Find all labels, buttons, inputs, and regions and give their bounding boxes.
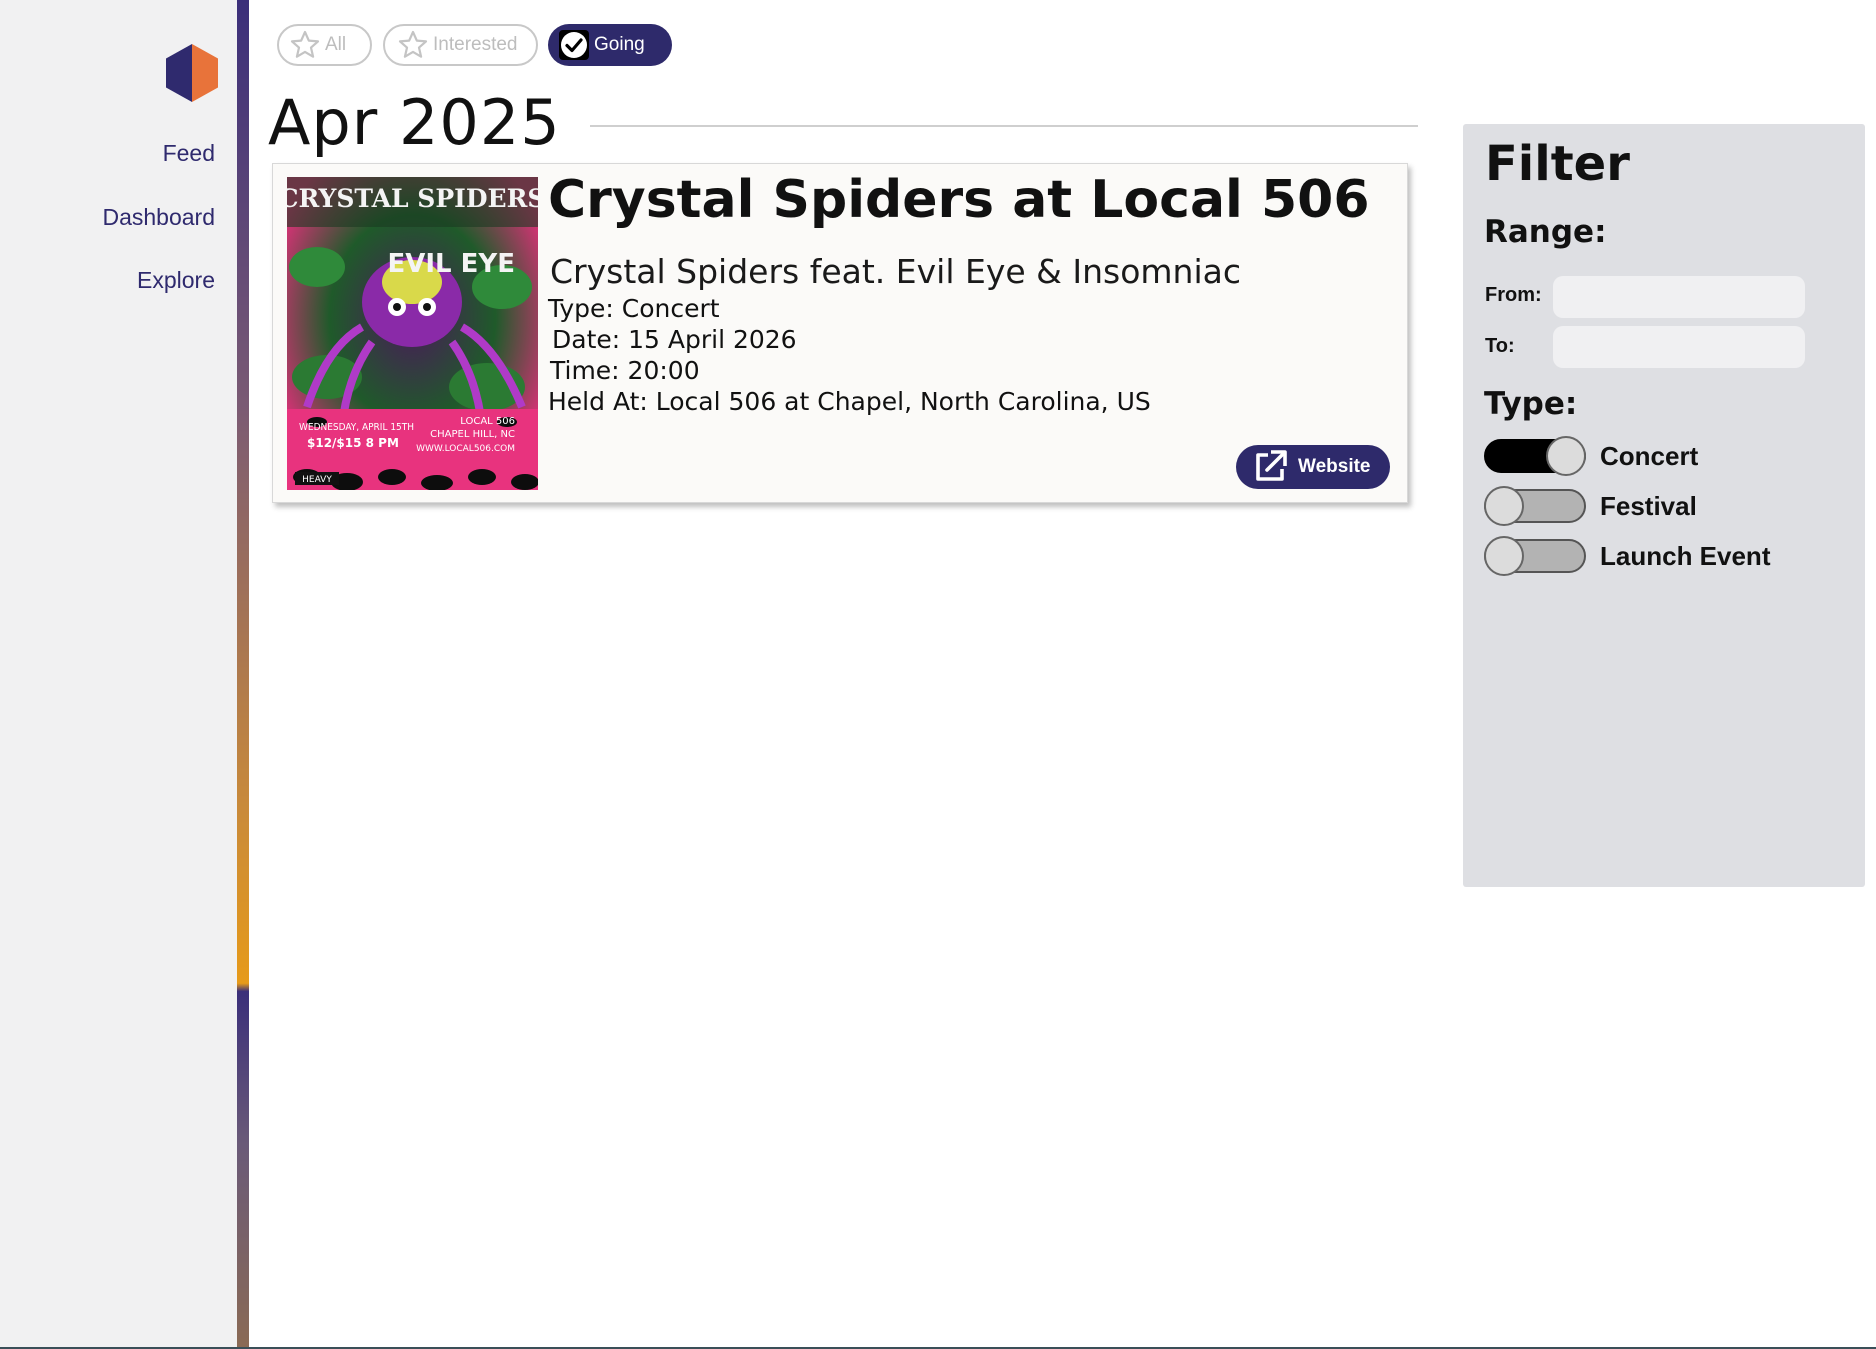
event-subtitle: Crystal Spiders feat. Evil Eye & Insomni… bbox=[550, 252, 1242, 291]
check-circle-icon bbox=[559, 30, 589, 60]
sidebar: Feed Dashboard Explore bbox=[0, 0, 237, 1347]
event-title: Crystal Spiders at Local 506 bbox=[548, 170, 1370, 230]
filter-panel: Filter Range: From: To: Type: Concert Fe… bbox=[1463, 124, 1865, 887]
poster-date: WEDNESDAY, APRIL 15TH bbox=[299, 422, 414, 433]
month-heading: Apr 2025 bbox=[268, 86, 561, 159]
filter-pill-interested[interactable]: Interested bbox=[383, 24, 538, 66]
sidebar-item-dashboard[interactable]: Dashboard bbox=[102, 204, 215, 231]
filter-pill-all[interactable]: All bbox=[277, 24, 372, 66]
toggle-switch[interactable] bbox=[1484, 536, 1586, 576]
event-time: Time: 20:00 bbox=[550, 356, 700, 385]
to-label: To: bbox=[1485, 335, 1515, 357]
star-outline-icon bbox=[398, 30, 428, 58]
type-toggle-launch-event[interactable]: Launch Event bbox=[1484, 536, 1770, 576]
pill-label: All bbox=[325, 34, 347, 55]
external-link-icon bbox=[1256, 450, 1287, 481]
sidebar-accent-stripe bbox=[237, 0, 249, 1347]
toggle-switch[interactable] bbox=[1484, 436, 1586, 476]
star-outline-icon bbox=[290, 30, 320, 58]
from-label: From: bbox=[1485, 284, 1542, 306]
website-button[interactable]: Website bbox=[1236, 445, 1390, 489]
to-date-input[interactable] bbox=[1553, 326, 1805, 368]
pill-label: Going bbox=[594, 34, 645, 55]
sidebar-item-feed[interactable]: Feed bbox=[163, 140, 215, 167]
poster-badge: HEAVY bbox=[302, 475, 332, 485]
poster-headline: CRYSTAL SPIDERS bbox=[287, 184, 538, 213]
type-label: Type: bbox=[1484, 386, 1578, 422]
toggle-switch[interactable] bbox=[1484, 486, 1586, 526]
type-toggle-concert[interactable]: Concert bbox=[1484, 436, 1698, 476]
hexagon-logo[interactable] bbox=[166, 44, 218, 102]
event-location: Held At: Local 506 at Chapel, North Caro… bbox=[548, 387, 1151, 416]
event-type: Type: Concert bbox=[548, 294, 720, 323]
range-label: Range: bbox=[1484, 214, 1607, 250]
poster-venue-2: CHAPEL HILL, NC bbox=[430, 429, 515, 440]
filter-title: Filter bbox=[1485, 136, 1630, 192]
sidebar-item-explore[interactable]: Explore bbox=[137, 267, 215, 294]
type-toggle-festival[interactable]: Festival bbox=[1484, 486, 1697, 526]
toggle-label: Concert bbox=[1600, 440, 1699, 471]
event-poster-image: CRYSTAL SPIDERS EVIL EYE WEDNESDAY, APRI… bbox=[287, 177, 538, 490]
filter-pill-going[interactable]: Going bbox=[548, 24, 672, 66]
event-card[interactable]: CRYSTAL SPIDERS EVIL EYE WEDNESDAY, APRI… bbox=[272, 163, 1408, 503]
website-button-label: Website bbox=[1298, 456, 1371, 477]
poster-guest: EVIL EYE bbox=[387, 249, 515, 279]
month-divider bbox=[590, 125, 1418, 127]
pill-label: Interested bbox=[433, 34, 518, 55]
toggle-label: Launch Event bbox=[1600, 540, 1771, 571]
poster-price-time: $12/$15 8 PM bbox=[307, 436, 399, 450]
poster-url: WWW.LOCAL506.COM bbox=[416, 444, 515, 454]
event-date: Date: 15 April 2026 bbox=[552, 325, 797, 354]
toggle-label: Festival bbox=[1600, 490, 1697, 521]
poster-venue-1: LOCAL 506 bbox=[460, 416, 515, 427]
from-date-input[interactable] bbox=[1553, 276, 1805, 318]
